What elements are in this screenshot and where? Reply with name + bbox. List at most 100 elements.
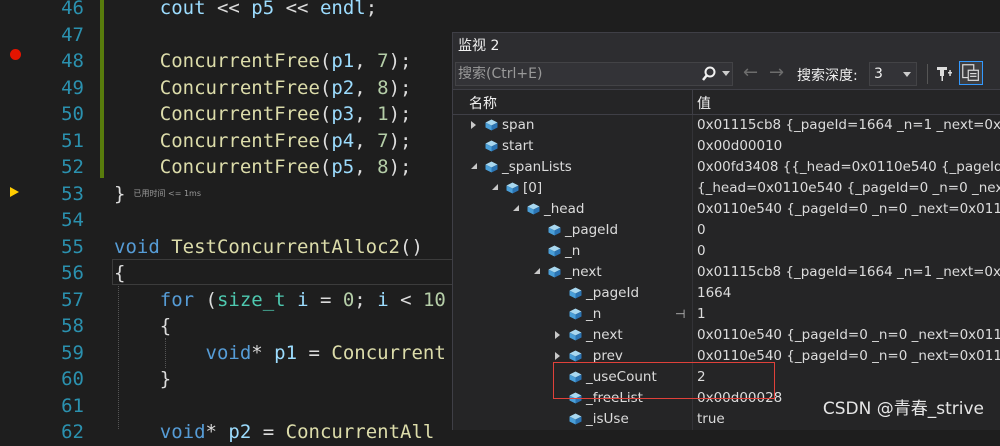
- cell-separator: [692, 220, 693, 241]
- watch-row-value[interactable]: 1: [697, 306, 1000, 322]
- line-number: 56: [61, 262, 84, 284]
- column-header-value[interactable]: 值: [697, 93, 711, 113]
- watch-row-value[interactable]: 0x0110e540 {_pageId=0 _n=0 _next=0x01115…: [697, 327, 1000, 343]
- code-text[interactable]: ConcurrentFree(p5, 8);: [114, 154, 412, 181]
- code-token: {: [114, 262, 126, 284]
- watch-row-value[interactable]: 0x00fd3408 {{_head=0x0110e540 {_pageId=0…: [697, 159, 1000, 175]
- watch-row-value[interactable]: 0: [697, 243, 1000, 259]
- line-number: 59: [61, 341, 84, 364]
- code-token: p3: [331, 103, 355, 125]
- hex-display-toggle-icon[interactable]: [959, 61, 983, 85]
- code-line[interactable]: 46 cout << p5 << endl;: [0, 0, 1000, 22]
- watch-row-value[interactable]: 0x01115cb8 {_pageId=1664 _n=1 _next=0x01…: [697, 264, 1000, 280]
- search-depth-select[interactable]: 3: [869, 62, 917, 86]
- line-number: 49: [61, 76, 84, 99]
- line-number: 50: [61, 103, 84, 125]
- code-text[interactable]: ConcurrentFree(p4, 7);: [114, 128, 412, 155]
- watch-row-value[interactable]: 0: [697, 222, 1000, 238]
- code-text[interactable]: void* p2 = ConcurrentAll: [114, 419, 435, 446]
- watch-row[interactable]: span 0x01115cb8 {_pageId=1664 _n=1 _next=…: [453, 115, 1000, 136]
- code-text[interactable]: {: [114, 313, 171, 340]
- search-previous-arrow-icon[interactable]: ←: [743, 63, 758, 83]
- search-box[interactable]: [455, 62, 733, 86]
- watch-row[interactable]: _spanLists 0x00fd3408 {{_head=0x0110e540 …: [453, 157, 1000, 178]
- code-text[interactable]: ConcurrentFree(p2, 8);: [114, 75, 412, 102]
- collapse-triangle-icon[interactable]: [471, 163, 477, 169]
- watch-row-value[interactable]: 0x00d00010: [697, 138, 1000, 154]
- code-token: ,: [354, 103, 378, 125]
- code-token: p5: [251, 0, 275, 19]
- watch-row-value[interactable]: 0x01115cb8 {_pageId=1664 _n=1 _next=0x01…: [697, 117, 1000, 133]
- code-text[interactable]: cout << p5 << endl;: [114, 0, 377, 22]
- code-token: (: [319, 129, 332, 152]
- watch-row-name: _pageId: [586, 285, 640, 301]
- watch-window-title[interactable]: 监视 2: [453, 33, 1000, 59]
- code-token: 1: [377, 103, 389, 125]
- column-header-name[interactable]: 名称: [469, 93, 497, 113]
- collapse-triangle-icon[interactable]: [513, 205, 519, 211]
- watch-row[interactable]: _n 0: [453, 241, 1000, 262]
- watch-row[interactable]: [0] {_head=0x0110e540 {_pageId=0 _n=0 _ne…: [453, 178, 1000, 199]
- expand-triangle-icon[interactable]: [555, 331, 560, 339]
- watch-row[interactable]: _head 0x0110e540 {_pageId=0 _n=0 _next=0x…: [453, 199, 1000, 220]
- column-resize-handle[interactable]: [692, 90, 693, 114]
- pin-icon[interactable]: ⊣: [675, 307, 685, 321]
- code-token: p4: [331, 129, 355, 152]
- code-token: );: [388, 129, 412, 152]
- code-token: <<: [274, 0, 320, 19]
- code-text[interactable]: void* p1 = Concurrent: [114, 340, 446, 367]
- search-options-chevron-down-icon[interactable]: [722, 71, 730, 76]
- watch-row[interactable]: _pageId 1664: [453, 283, 1000, 304]
- code-text[interactable]: } 已用时间 <= 1ms: [114, 181, 201, 208]
- watch-row[interactable]: _next 0x0110e540 {_pageId=0 _n=0 _next=0x…: [453, 325, 1000, 346]
- watch-row-name: _useCount: [586, 369, 657, 385]
- watch-row[interactable]: _n ⊣ 1: [453, 304, 1000, 325]
- search-input[interactable]: [458, 63, 688, 85]
- search-icon[interactable]: [702, 66, 716, 82]
- code-text[interactable]: }: [114, 366, 171, 393]
- watch-row-name: _pageId: [565, 222, 619, 238]
- watch-row-value[interactable]: 0x0110e540 {_pageId=0 _n=0 _next=0x01115…: [697, 201, 1000, 217]
- code-token: (: [319, 156, 332, 178]
- watch-row-value[interactable]: 0x0110e540 {_pageId=0 _n=0 _next=0x01115…: [697, 348, 1000, 364]
- pin-icon[interactable]: [933, 63, 955, 85]
- expand-triangle-icon[interactable]: [471, 121, 476, 129]
- watch-row[interactable]: _prev 0x0110e540 {_pageId=0 _n=0 _next=0x…: [453, 346, 1000, 367]
- search-depth-label: 搜索深度:: [797, 68, 858, 84]
- field-cube-icon: [569, 413, 582, 425]
- watch-row-name: _n: [586, 306, 602, 322]
- watch-rows: span 0x01115cb8 {_pageId=1664 _n=1 _next=…: [453, 115, 1000, 430]
- code-token: ,: [354, 76, 378, 99]
- code-text[interactable]: ConcurrentFree(p3, 1);: [114, 101, 412, 128]
- code-text[interactable]: {: [114, 260, 125, 287]
- code-token: <<: [205, 0, 252, 19]
- watch-row-value[interactable]: 1664: [697, 285, 1000, 301]
- code-text[interactable]: ConcurrentFree(p1, 7);: [114, 48, 412, 75]
- collapse-triangle-icon[interactable]: [492, 184, 498, 190]
- perf-tip-elapsed-time[interactable]: 已用时间 <= 1ms: [133, 189, 201, 198]
- collapse-triangle-icon[interactable]: [534, 268, 540, 274]
- watch-window[interactable]: 监视 2 ← → 搜索深度: 3: [452, 32, 1000, 430]
- field-cube-icon: [485, 161, 498, 173]
- watch-row-value[interactable]: {_head=0x0110e540 {_pageId=0 _n=0 _next=…: [697, 180, 1000, 196]
- expand-triangle-icon[interactable]: [555, 352, 560, 360]
- code-token: i: [377, 288, 389, 311]
- watch-row[interactable]: _pageId 0: [453, 220, 1000, 241]
- code-token: (: [319, 76, 332, 99]
- watch-row[interactable]: start 0x00d00010: [453, 136, 1000, 157]
- code-token: void: [114, 235, 160, 258]
- search-next-arrow-icon[interactable]: →: [769, 63, 784, 83]
- code-text[interactable]: for (size_t i = 0; i < 10: [114, 287, 446, 314]
- watch-row-name: _next: [586, 327, 623, 343]
- watch-row[interactable]: _useCount 2: [453, 367, 1000, 388]
- watch-row[interactable]: _next 0x01115cb8 {_pageId=1664 _n=1 _next…: [453, 262, 1000, 283]
- code-text[interactable]: void TestConcurrentAlloc2(): [114, 234, 423, 261]
- line-number: 47: [61, 23, 84, 46]
- cell-separator: [692, 115, 693, 136]
- field-cube-icon: [569, 329, 582, 341]
- code-token: );: [388, 156, 412, 178]
- code-token: p1: [274, 341, 298, 364]
- code-token: ConcurrentAll: [285, 421, 435, 443]
- watch-row-value[interactable]: 2: [697, 369, 1000, 385]
- code-token: ConcurrentFree: [114, 103, 320, 125]
